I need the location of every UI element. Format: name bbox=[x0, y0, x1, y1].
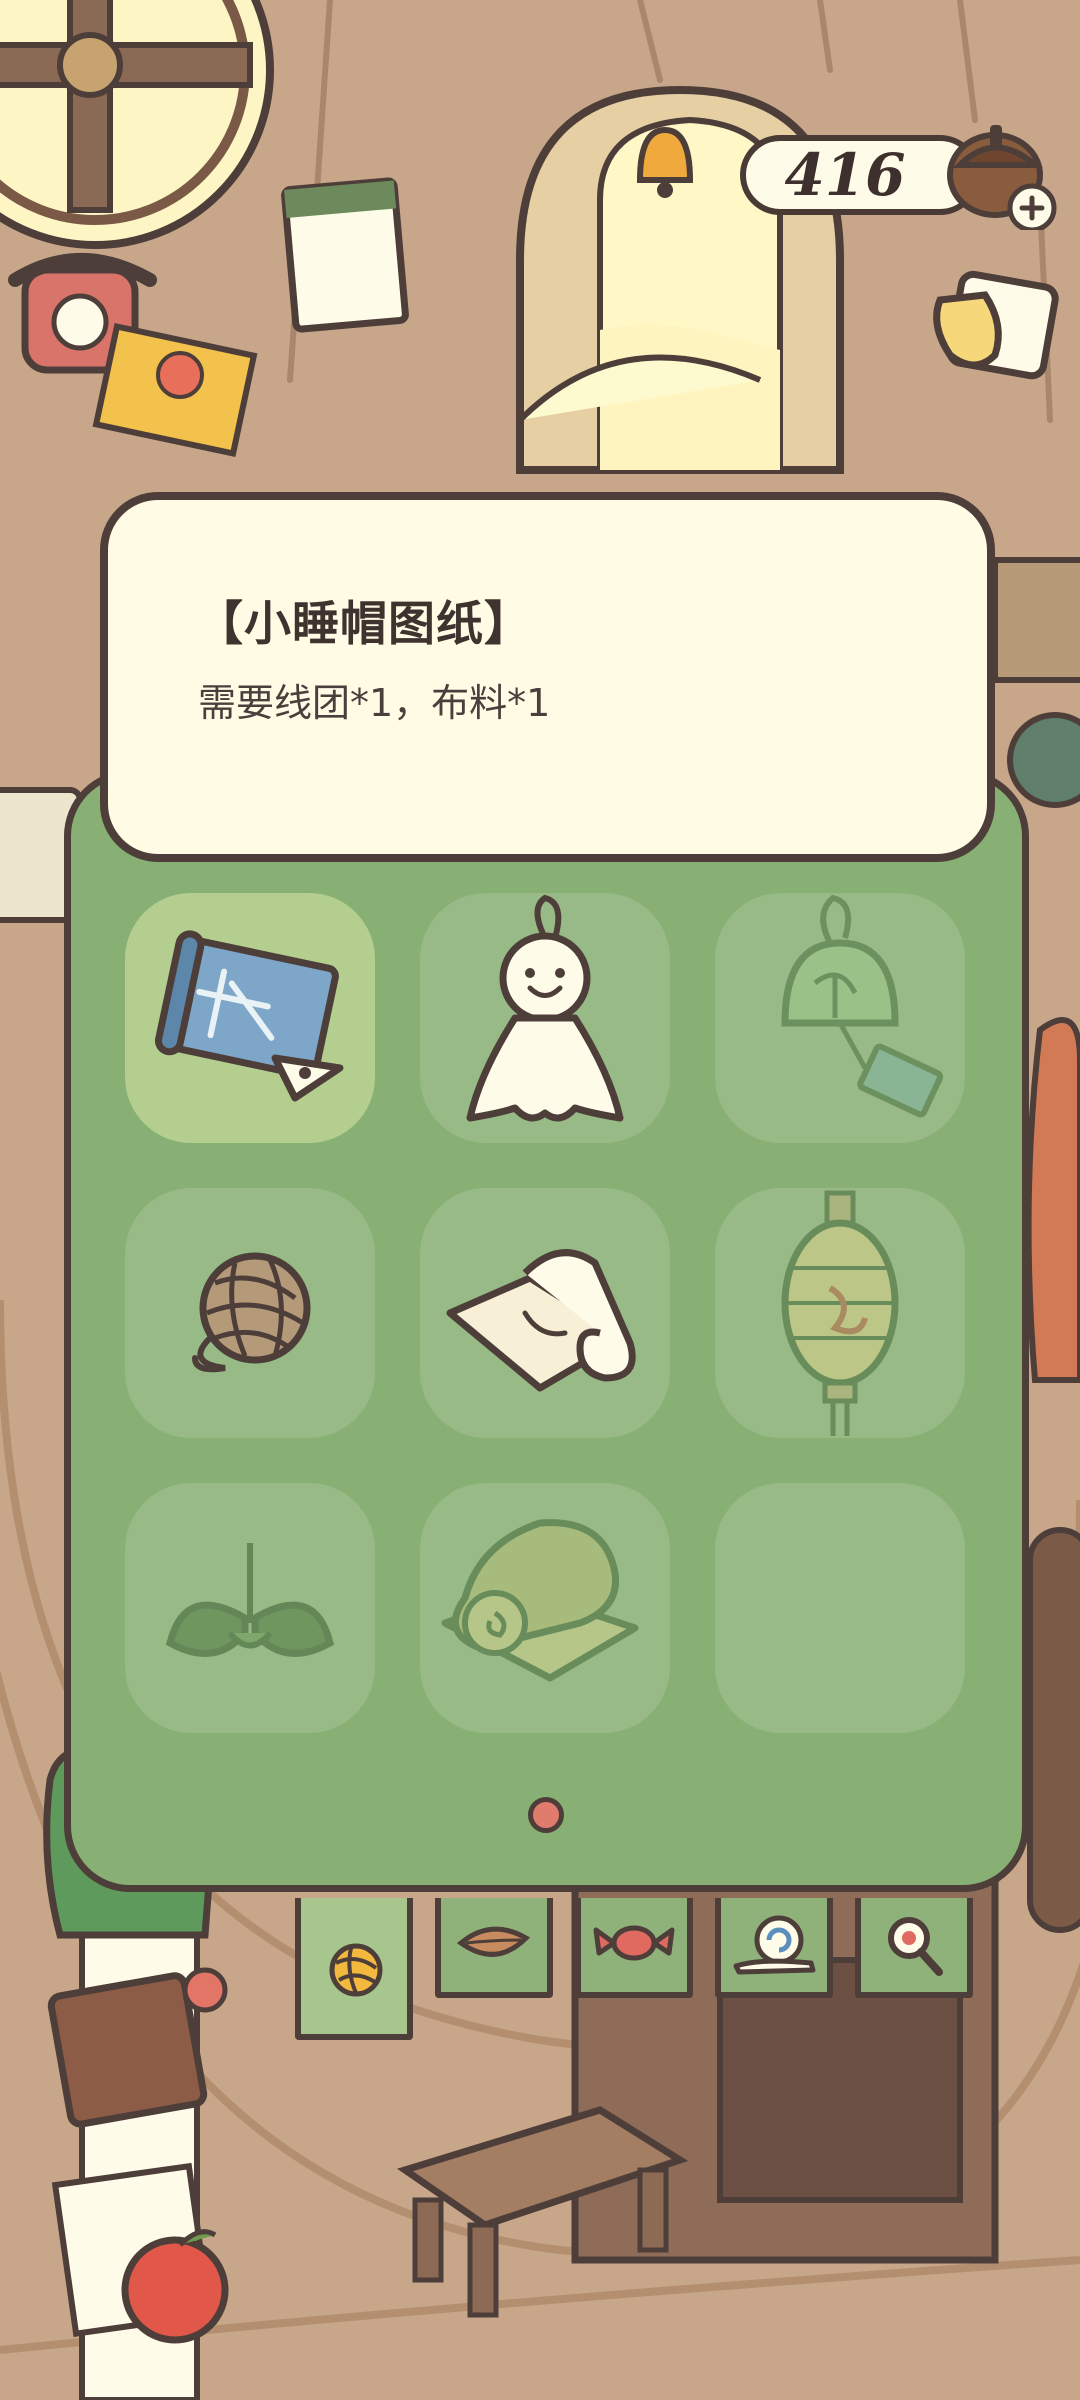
item-slot-sleeping-cap-blueprint[interactable] bbox=[125, 893, 375, 1143]
snail-tab-icon bbox=[733, 1915, 816, 1975]
item-slot-teru-teru-bozu[interactable] bbox=[420, 893, 670, 1143]
paper-lantern-icon bbox=[781, 1190, 899, 1436]
leaves-icon bbox=[165, 1543, 335, 1657]
mail-icon[interactable] bbox=[925, 265, 1065, 385]
yarn-tab-icon bbox=[329, 1943, 383, 1997]
clover-count: 416 bbox=[784, 141, 906, 209]
blueprint-icon bbox=[155, 930, 344, 1102]
item-slot-yarn-ball[interactable] bbox=[125, 1188, 375, 1438]
acorn-add-icon[interactable] bbox=[940, 110, 1060, 230]
yarn-ball-icon bbox=[192, 1252, 311, 1373]
page-indicator-dot bbox=[528, 1797, 564, 1833]
candy-tab-icon bbox=[593, 1925, 675, 1961]
tab-snail[interactable] bbox=[715, 1898, 833, 1998]
item-slot-wind-chime[interactable] bbox=[715, 893, 965, 1143]
blueprint-info-popup: 【小睡帽图纸】 需要线团*1，布料*1 bbox=[100, 492, 995, 862]
wind-chime-icon bbox=[781, 894, 944, 1118]
rolled-mat-icon bbox=[441, 1519, 639, 1682]
magnifier-tab-icon bbox=[888, 1917, 943, 1976]
tab-magnifier[interactable] bbox=[855, 1898, 973, 1998]
blueprint-requirements: 需要线团*1，布料*1 bbox=[198, 681, 551, 725]
item-slot-leaves[interactable] bbox=[125, 1483, 375, 1733]
cloth-roll-icon bbox=[446, 1249, 636, 1392]
blueprint-title: 【小睡帽图纸】 bbox=[196, 597, 532, 652]
teru-teru-bozu-icon bbox=[466, 894, 624, 1122]
item-slot-paper-lantern[interactable] bbox=[715, 1188, 965, 1438]
item-slot-cloth-roll[interactable] bbox=[420, 1188, 670, 1438]
item-slot-empty bbox=[715, 1483, 965, 1733]
item-slot-rolled-mat[interactable] bbox=[420, 1483, 670, 1733]
leaf-tab-icon bbox=[456, 1926, 531, 1957]
tab-candy[interactable] bbox=[575, 1898, 693, 1998]
tab-yarn[interactable] bbox=[295, 1898, 413, 2040]
tab-leaf[interactable] bbox=[435, 1898, 553, 1998]
